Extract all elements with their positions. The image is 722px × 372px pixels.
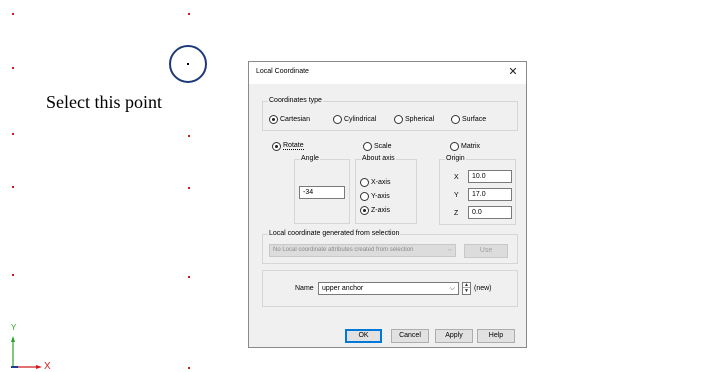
grid-point[interactable]	[12, 186, 14, 188]
angle-label: Angle	[300, 155, 320, 162]
radio-cylindrical[interactable]: Cylindrical	[333, 114, 376, 124]
select-point-hint: Select this point	[46, 92, 162, 112]
radio-button-icon	[360, 205, 369, 215]
selected-point[interactable]	[187, 63, 189, 65]
radio-button-icon	[272, 141, 281, 151]
grid-point[interactable]	[12, 13, 14, 15]
apply-button[interactable]: Apply	[435, 329, 473, 343]
about-axis-label: About axis	[361, 155, 396, 162]
radio-surface[interactable]: Surface	[451, 114, 486, 124]
radio-scale[interactable]: Scale	[363, 141, 392, 151]
use-button: Use	[464, 244, 508, 258]
coordinates-type-label: Coordinates type	[268, 97, 323, 104]
name-status: (new)	[474, 285, 492, 292]
radio-label: Surface	[462, 115, 487, 123]
radio-button-icon	[360, 191, 369, 201]
dialog-titlebar[interactable]: Local Coordinate ✕	[249, 62, 526, 84]
local-coordinate-dialog: Local Coordinate ✕ Coordinates type Cart…	[248, 61, 527, 348]
close-icon[interactable]: ✕	[506, 65, 520, 79]
radio-button-icon	[451, 114, 460, 124]
radio-label: Scale	[374, 142, 392, 150]
ok-button[interactable]: OK	[345, 329, 382, 343]
grid-point[interactable]	[188, 276, 190, 278]
radio-button-icon	[360, 177, 369, 187]
origin-z-input[interactable]: 0.0	[468, 206, 512, 219]
cancel-button[interactable]: Cancel	[391, 329, 429, 343]
coordinates-type-group: Coordinates type Cartesian Cylindrical S…	[262, 97, 518, 131]
origin-y-label: Y	[454, 192, 459, 199]
radio-rotate[interactable]: Rotate	[272, 141, 304, 151]
radio-button-icon	[394, 114, 403, 124]
radio-matrix[interactable]: Matrix	[450, 141, 480, 151]
radio-button-icon	[363, 141, 372, 151]
angle-group: Angle -34	[294, 155, 350, 224]
grid-point[interactable]	[12, 67, 14, 69]
name-label: Name	[295, 285, 314, 292]
about-axis-group: About axis X-axis Y-axis Z-axis	[355, 155, 417, 224]
name-combo[interactable]: upper anchor ⌵	[318, 282, 459, 295]
radio-label: Y-axis	[371, 192, 390, 200]
origin-group: Origin X 10.0 Y 17.0 Z 0.0	[439, 155, 516, 225]
radio-label: X-axis	[371, 178, 391, 186]
chevron-down-icon[interactable]: ⌵	[450, 283, 455, 294]
selection-combo-value: No Local coordinate attributes created f…	[273, 247, 414, 253]
axis-triad-icon	[11, 336, 42, 369]
axis-y-label: Y	[11, 323, 17, 332]
selection-group-label: Local coordinate generated from selectio…	[268, 230, 401, 237]
grid-point[interactable]	[12, 274, 14, 276]
selection-combo: No Local coordinate attributes created f…	[269, 244, 456, 257]
origin-label: Origin	[445, 155, 466, 162]
origin-x-label: X	[454, 174, 459, 181]
radio-label: Matrix	[461, 142, 481, 150]
radio-y-axis[interactable]: Y-axis	[360, 191, 390, 201]
grid-point[interactable]	[188, 13, 190, 15]
angle-input[interactable]: -34	[299, 186, 345, 199]
spin-down-icon[interactable]: ▼	[463, 289, 470, 294]
radio-label: Z-axis	[371, 206, 391, 214]
radio-button-icon	[333, 114, 342, 124]
origin-y-input[interactable]: 17.0	[468, 188, 512, 201]
axis-x-label: X	[44, 361, 51, 372]
radio-x-axis[interactable]: X-axis	[360, 177, 390, 187]
dialog-title: Local Coordinate	[256, 68, 309, 75]
name-combo-value: upper anchor	[322, 285, 364, 292]
origin-x-input[interactable]: 10.0	[468, 170, 512, 183]
radio-button-icon	[450, 141, 459, 151]
grid-point[interactable]	[188, 135, 190, 137]
radio-spherical[interactable]: Spherical	[394, 114, 434, 124]
grid-point[interactable]	[12, 133, 14, 135]
grid-point[interactable]	[188, 187, 190, 189]
radio-label: Rotate	[283, 142, 304, 150]
help-button[interactable]: Help	[477, 329, 515, 343]
origin-z-label: Z	[454, 210, 459, 217]
chevron-down-icon: ⌵	[447, 247, 452, 253]
radio-label: Cartesian	[280, 115, 310, 123]
grid-point[interactable]	[188, 367, 190, 369]
radio-label: Cylindrical	[344, 115, 377, 123]
radio-button-icon	[269, 114, 278, 124]
radio-cartesian[interactable]: Cartesian	[269, 114, 310, 124]
name-spinner[interactable]: ▲ ▼	[462, 282, 471, 295]
radio-z-axis[interactable]: Z-axis	[360, 205, 390, 215]
radio-label: Spherical	[405, 115, 435, 123]
